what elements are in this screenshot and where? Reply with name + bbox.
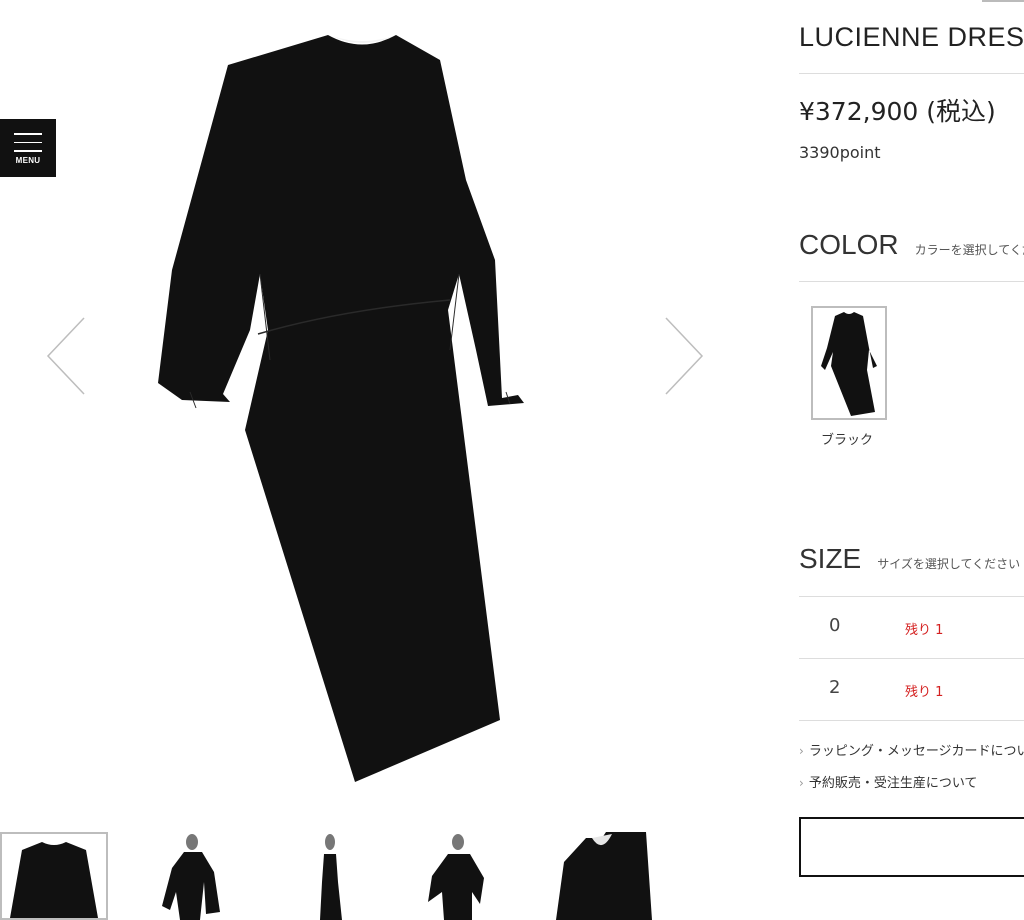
product-points: 3390point [799,143,881,162]
stock-status: 残り 1 [905,623,944,638]
product-price: ¥372,900 (税込) [799,97,996,126]
size-option-2[interactable]: 2 残り 1 [799,659,1024,720]
swatch-image [821,312,877,416]
size-option-0[interactable]: 0 残り 1 [799,597,1024,658]
thumbnail-strip [0,832,760,920]
stock-status: 残り 1 [905,685,944,700]
color-heading: COLOR カラーを選択してください [799,229,1024,261]
size-value: 0 [829,615,841,636]
color-heading-label: COLOR [799,229,899,260]
size-hint: サイズを選択してください [877,557,1021,571]
wrapping-info-link[interactable]: › ラッピング・メッセージカードについて [799,740,1024,759]
divider [799,73,1024,74]
chevron-right-small-icon: › [799,744,804,758]
chevron-right-icon[interactable] [662,316,706,396]
chevron-left-icon[interactable] [44,316,88,396]
preorder-info-link[interactable]: › 予約販売・受注生産について [799,772,977,791]
size-heading: SIZE サイズを選択してください [799,543,1020,575]
size-value: 2 [829,677,841,698]
thumbnail-2[interactable] [140,832,248,920]
thumbnail-image [10,842,98,918]
color-option-label: ブラック [821,433,874,448]
thumbnail-5[interactable] [556,832,664,920]
top-divider [982,0,1024,2]
color-hint: カラーを選択してください [914,243,1024,257]
thumbnail-image [162,834,220,920]
divider [799,720,1024,721]
add-to-cart-button[interactable] [799,817,1024,877]
hamburger-icon [14,133,42,159]
product-main-image [158,35,524,782]
thumbnail-image [428,834,484,920]
thumbnail-image [320,834,342,920]
chevron-right-small-icon: › [799,776,804,790]
menu-button[interactable]: MENU [0,119,56,177]
thumbnail-1[interactable] [0,832,108,920]
product-title: LUCIENNE DRESS [799,22,1024,52]
product-info-panel: LUCIENNE DRESS ¥372,900 (税込) 3390point C… [799,0,1024,920]
divider [799,281,1024,282]
size-heading-label: SIZE [799,543,862,574]
color-swatch-black[interactable] [811,306,887,420]
thumbnail-3[interactable] [282,832,390,920]
link-label: 予約販売・受注生産について [808,776,978,791]
thumbnail-image [556,832,652,920]
thumbnail-4[interactable] [422,832,530,920]
menu-label: MENU [15,156,41,165]
link-label: ラッピング・メッセージカードについて [808,744,1024,759]
